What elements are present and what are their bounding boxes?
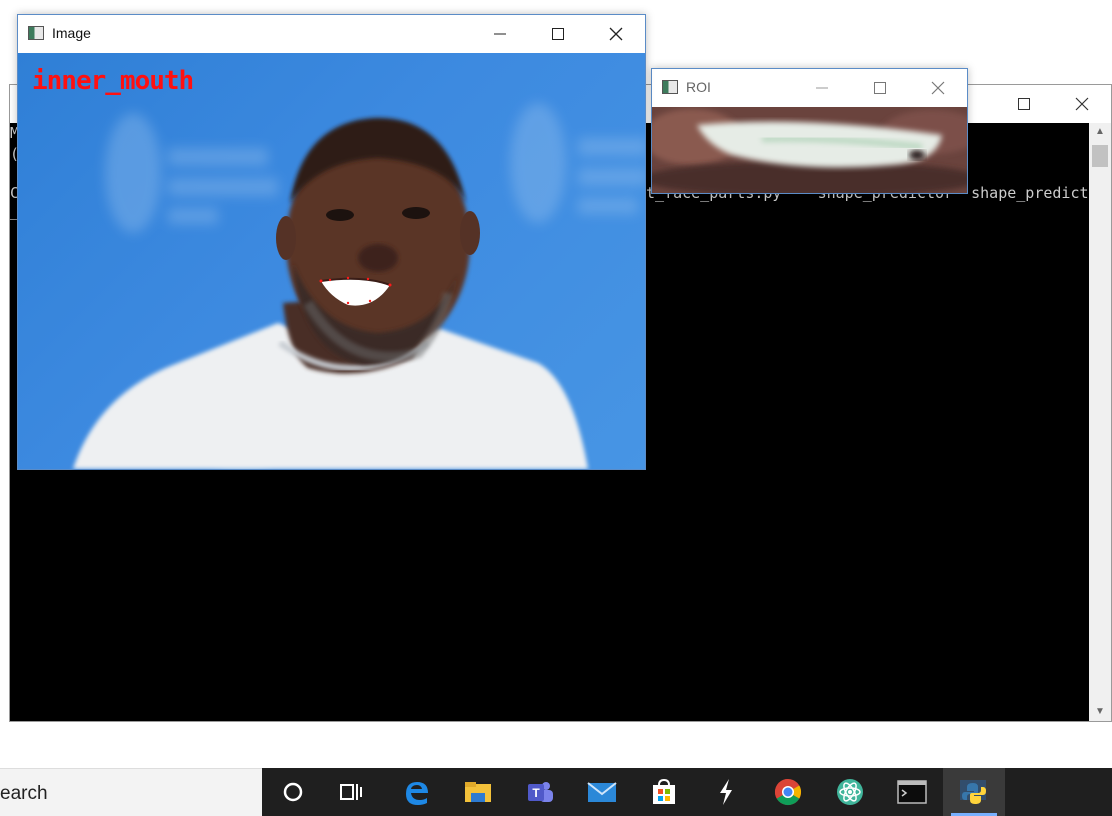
maximize-icon: [874, 82, 886, 94]
store-icon: [653, 778, 675, 804]
image-window-controls: [471, 15, 645, 53]
mouth-crop-image: [652, 107, 967, 193]
chrome-icon: [774, 778, 802, 806]
search-placeholder: earch: [0, 783, 48, 804]
roi-window[interactable]: ROI: [651, 68, 968, 194]
terminal-button[interactable]: [881, 768, 943, 816]
teams-button[interactable]: T: [509, 768, 571, 816]
photo-canvas: inner_mouth: [18, 53, 645, 469]
python-button[interactable]: [943, 768, 1005, 816]
maximize-icon: [552, 28, 564, 40]
atom-icon: [837, 779, 863, 805]
minimize-button[interactable]: [793, 69, 851, 107]
taskbar-search[interactable]: earch: [0, 768, 262, 816]
chrome-button[interactable]: [757, 768, 819, 816]
svg-text:T: T: [532, 786, 540, 800]
maximize-button[interactable]: [529, 15, 587, 53]
close-icon: [1075, 97, 1089, 111]
edge-button[interactable]: [385, 768, 447, 816]
app-icon: [28, 26, 44, 40]
window-title: ROI: [686, 79, 711, 95]
task-view-icon: [340, 784, 362, 800]
file-explorer-button[interactable]: [447, 768, 509, 816]
maximize-button[interactable]: [851, 69, 909, 107]
app-icon: [662, 80, 678, 94]
close-icon: [931, 81, 945, 95]
mail-icon: [587, 782, 617, 802]
close-icon: [609, 27, 623, 41]
terminal-icon: [897, 780, 927, 804]
task-view-button[interactable]: [320, 768, 382, 816]
close-button[interactable]: [587, 15, 645, 53]
image-window[interactable]: Image inner_mouth: [17, 14, 646, 470]
python-icon: [960, 780, 986, 804]
mail-button[interactable]: [571, 768, 633, 816]
portrait-photo: [73, 103, 645, 469]
roi-window-controls: [793, 69, 967, 107]
minimize-icon: [816, 87, 828, 89]
cortana-icon: [283, 782, 303, 802]
console-scrollbar[interactable]: ▲ ▼: [1089, 123, 1111, 721]
file-explorer-icon: [465, 782, 491, 802]
landmark-label: inner_mouth: [32, 66, 194, 96]
maximize-icon: [1018, 98, 1030, 110]
edge-icon: [406, 782, 428, 805]
maximize-button[interactable]: [995, 85, 1053, 123]
close-button[interactable]: [909, 69, 967, 107]
atom-button[interactable]: [819, 768, 881, 816]
scrollbar-thumb[interactable]: [1092, 145, 1108, 167]
cortana-button[interactable]: [262, 768, 324, 816]
taskbar: T: [262, 768, 1112, 816]
app-button[interactable]: [695, 768, 757, 816]
scroll-down-icon[interactable]: ▼: [1089, 703, 1111, 721]
minimize-icon: [494, 33, 506, 35]
roi-image: [652, 107, 967, 193]
image-titlebar[interactable]: Image: [18, 15, 645, 53]
console-window-controls: [995, 85, 1111, 123]
window-title: Image: [52, 25, 91, 41]
teams-icon: T: [528, 782, 553, 802]
scroll-up-icon[interactable]: ▲: [1089, 123, 1111, 141]
roi-titlebar[interactable]: ROI: [652, 69, 967, 107]
minimize-button[interactable]: [471, 15, 529, 53]
store-button[interactable]: [633, 768, 695, 816]
lightning-app-icon: [720, 779, 732, 805]
close-button[interactable]: [1053, 85, 1111, 123]
